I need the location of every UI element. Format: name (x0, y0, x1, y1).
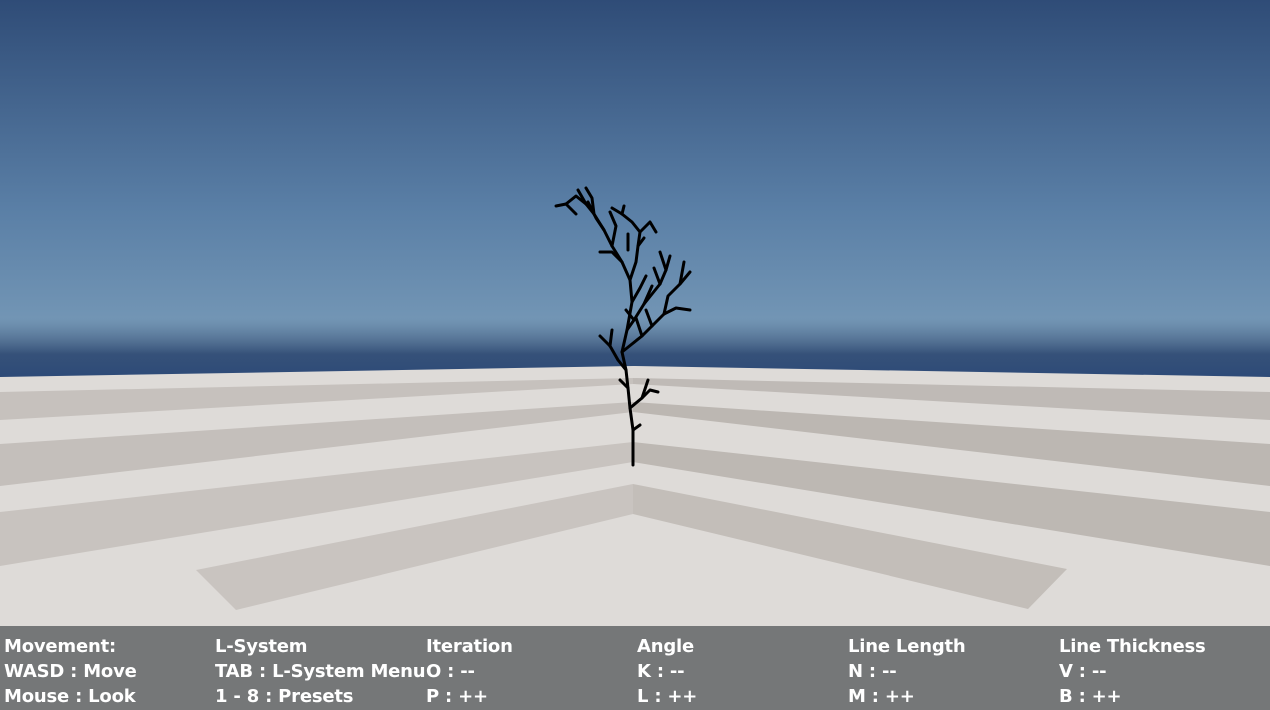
hud-line-move: WASD : Move (4, 661, 137, 682)
hud-heading-movement: Movement: (4, 636, 117, 657)
hud-col-line-thickness: Line Thickness V : -- B : ++ (1059, 634, 1269, 709)
hud-line-angle-increase: L : ++ (637, 686, 698, 707)
hud-line-look: Mouse : Look (4, 686, 136, 707)
hud-col-l-system: L-System TAB : L-System Menu 1 - 8 : Pre… (215, 634, 426, 709)
hud-heading-l-system: L-System (215, 636, 308, 657)
hud-line-length-increase: M : ++ (848, 686, 915, 707)
hud-col-angle: Angle K : -- L : ++ (637, 634, 847, 709)
hud-line-thickness-decrease: V : -- (1059, 661, 1107, 682)
hud-line-iteration-decrease: O : -- (426, 661, 475, 682)
hud-line-thickness-increase: B : ++ (1059, 686, 1122, 707)
hud-heading-line-thickness: Line Thickness (1059, 636, 1206, 657)
controls-hud: Movement: WASD : Move Mouse : Look L-Sys… (0, 626, 1270, 710)
hud-line-length-decrease: N : -- (848, 661, 897, 682)
hud-heading-line-length: Line Length (848, 636, 966, 657)
hud-line-angle-decrease: K : -- (637, 661, 685, 682)
hud-line-menu: TAB : L-System Menu (215, 661, 426, 682)
hud-col-iteration: Iteration O : -- P : ++ (426, 634, 636, 709)
game-viewport[interactable] (0, 0, 1270, 710)
hud-col-movement: Movement: WASD : Move Mouse : Look (4, 634, 214, 709)
hud-col-line-length: Line Length N : -- M : ++ (848, 634, 1058, 709)
hud-line-iteration-increase: P : ++ (426, 686, 488, 707)
hud-heading-angle: Angle (637, 636, 695, 657)
hud-line-presets: 1 - 8 : Presets (215, 686, 354, 707)
hud-heading-iteration: Iteration (426, 636, 513, 657)
